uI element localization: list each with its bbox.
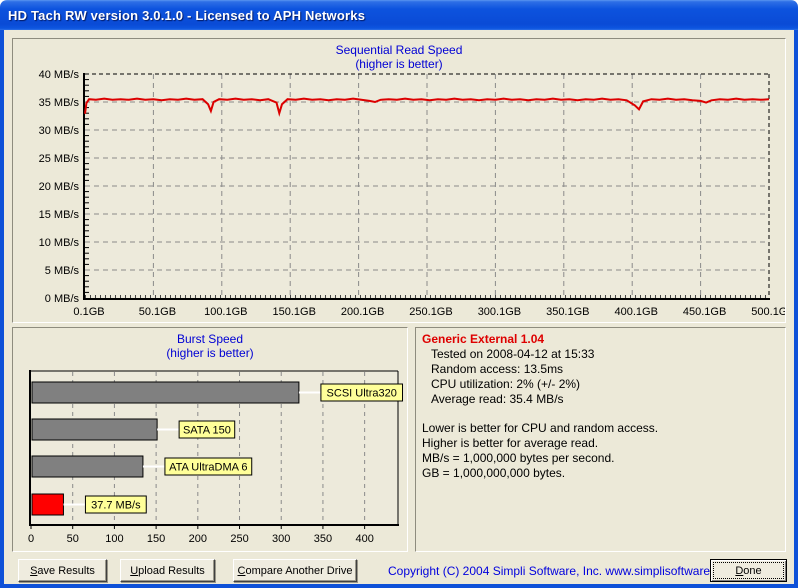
seq-x-tick-label: 350.1GB — [546, 306, 589, 318]
upload-results-button[interactable]: Upload Results — [120, 559, 215, 582]
burst-bar — [31, 418, 158, 441]
compare-another-drive-label: Compare Another Drive — [237, 564, 353, 577]
burst-x-tick-label: 0 — [28, 533, 34, 545]
burst-bar-label: SCSI Ultra320 — [327, 388, 397, 400]
copyright-text: Copyright (C) 2004 Simpli Software, Inc.… — [388, 564, 737, 578]
sequential-read-chart: 0 MB/s 5 MB/s 10 MB/s 15 MB/s 20 MB/s 25 MB/s… — [39, 69, 785, 318]
seq-x-tick-label: 100.1GB — [204, 306, 247, 318]
seq-x-tick-label: 250.1GB — [409, 306, 452, 318]
cpu-utilization-text: CPU utilization: 2% (+/- 2%) — [431, 377, 581, 391]
seq-x-tick-label: 50.1GB — [139, 306, 176, 318]
burst-x-tick-label: 250 — [230, 533, 248, 545]
done-button[interactable]: Done — [710, 559, 787, 582]
seq-y-tick-label: 15 MB/s — [39, 209, 80, 221]
burst-speed-panel: Burst Speed (higher is better) SCSI Ultr… — [12, 327, 408, 552]
seq-x-tick-label: 450.1GB — [683, 306, 726, 318]
burst-x-tick-label: 150 — [147, 533, 165, 545]
done-label: Done — [735, 564, 762, 577]
note-lower-better: Lower is better for CPU and random acces… — [422, 421, 659, 435]
save-results-button[interactable]: Save Results — [18, 559, 107, 582]
seq-x-tick-label: 500.1GB — [751, 306, 785, 318]
burst-bar — [31, 381, 300, 404]
client-area: Sequential Read Speed (higher is better)… — [0, 30, 798, 588]
drive-info-panel: Generic External 1.04 Tested on 2008-04-… — [415, 327, 786, 552]
seq-y-tick-label: 35 MB/s — [39, 97, 80, 109]
note-higher-better: Higher is better for average read. — [422, 436, 599, 450]
burst-x-tick-label: 200 — [189, 533, 207, 545]
window-title: HD Tach RW version 3.0.1.0 - Licensed to… — [8, 7, 366, 23]
burst-bar-label: SATA 150 — [183, 425, 231, 437]
hdtach-window: HD Tach RW version 3.0.1.0 - Licensed to… — [0, 0, 798, 588]
window-titlebar[interactable]: HD Tach RW version 3.0.1.0 - Licensed to… — [0, 0, 798, 30]
burst-speed-chart: SCSI Ultra320 SATA 150 ATA UltraDMA 6 37.7 … — [28, 370, 404, 545]
random-access-text: Random access: 13.5ms — [431, 362, 564, 376]
sequential-read-panel: Sequential Read Speed (higher is better)… — [12, 38, 786, 323]
upload-results-label: Upload Results — [130, 564, 205, 577]
average-read-text: Average read: 35.4 MB/s — [431, 392, 564, 406]
burst-bar-label: ATA UltraDMA 6 — [169, 462, 247, 474]
seq-x-tick-label: 0.1GB — [73, 306, 104, 318]
burst-x-tick-label: 350 — [314, 533, 332, 545]
seq-y-tick-label: 10 MB/s — [39, 237, 80, 249]
seq-y-tick-label: 40 MB/s — [39, 69, 80, 81]
seq-x-tick-label: 400.1GB — [614, 306, 657, 318]
compare-another-drive-button[interactable]: Compare Another Drive — [233, 559, 357, 582]
drive-name: Generic External 1.04 — [422, 332, 545, 346]
seq-x-tick-label: 150.1GB — [272, 306, 315, 318]
burst-x-tick-label: 100 — [105, 533, 123, 545]
seq-y-tick-label: 30 MB/s — [39, 125, 80, 137]
seq-y-tick-label: 0 MB/s — [45, 293, 80, 305]
seq-x-tick-label: 200.1GB — [341, 306, 384, 318]
burst-x-tick-label: 300 — [272, 533, 290, 545]
burst-bar — [31, 455, 144, 478]
seq-y-tick-label: 25 MB/s — [39, 153, 80, 165]
burst-x-tick-label: 400 — [355, 533, 373, 545]
seq-y-tick-label: 20 MB/s — [39, 181, 80, 193]
seq-x-tick-label: 300.1GB — [478, 306, 521, 318]
burst-bar-label: 37.7 MB/s — [91, 500, 141, 512]
burst-x-tick-label: 50 — [67, 533, 79, 545]
save-results-label: Save Results — [30, 564, 95, 577]
tested-on-text: Tested on 2008-04-12 at 15:33 — [431, 347, 595, 361]
seq-y-tick-label: 5 MB/s — [45, 265, 80, 277]
burst-bar — [31, 493, 64, 516]
note-mbs-def: MB/s = 1,000,000 bytes per second. — [422, 451, 615, 465]
note-gb-def: GB = 1,000,000,000 bytes. — [422, 466, 566, 480]
